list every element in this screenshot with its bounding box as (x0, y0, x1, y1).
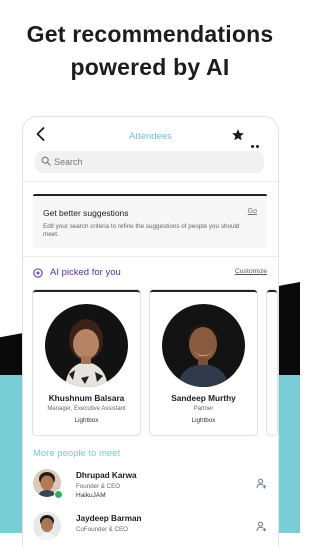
more-horizontal-icon[interactable] (251, 135, 265, 166)
avatar (33, 512, 61, 540)
suggestions-banner: Get better suggestions Go Edit your sear… (33, 194, 267, 248)
divider (23, 256, 278, 257)
phone-screen: Attendees Get better suggestions Go Edit… (23, 117, 278, 547)
ai-sparkle-icon (33, 268, 43, 278)
person-name: Sandeep Murthy (171, 393, 236, 403)
star-icon[interactable] (231, 128, 245, 142)
person-card[interactable]: Khushnum Balsara Manager, Executive Assi… (33, 290, 140, 435)
ai-section-header: AI picked for you Customize (33, 266, 267, 280)
add-contact-icon[interactable] (256, 478, 267, 489)
person-name: Khushnum Balsara (48, 393, 125, 403)
person-name: Dhrupad Karwa (76, 471, 137, 480)
search-bar[interactable] (35, 151, 264, 173)
add-contact-icon[interactable] (256, 521, 267, 532)
more-people-title: More people to meet (33, 448, 121, 459)
search-input[interactable] (54, 154, 254, 170)
person-card[interactable]: Sandeep Murthy Partner Lightbox (150, 290, 257, 435)
online-status-dot (54, 490, 63, 499)
customize-link[interactable]: Customize (235, 268, 267, 275)
headline-line-1: Get recommendations (26, 21, 274, 47)
person-name: Jaydeep Barman (76, 514, 142, 523)
person-company: HaikuJAM (76, 492, 106, 499)
list-item[interactable]: Dhrupad Karwa Founder & CEO HaikuJAM (33, 469, 267, 503)
divider (23, 181, 278, 182)
person-role: Manager, Executive Assistant (47, 406, 126, 412)
ai-section-title: AI picked for you (50, 267, 121, 278)
suggestions-heading: Get better suggestions (43, 208, 129, 218)
person-role: CoFounder & CEO (76, 526, 128, 533)
person-role: Founder & CEO (76, 483, 121, 490)
avatar (162, 304, 245, 387)
suggestions-description: Edit your search criteria to refine the … (43, 223, 240, 238)
list-item[interactable]: Jaydeep Barman CoFounder & CEO (33, 512, 267, 546)
search-icon (41, 156, 51, 166)
headline-line-2: powered by AI (70, 54, 230, 80)
person-company: Lightbox (74, 417, 99, 424)
person-role: Partner (193, 406, 214, 412)
top-bar: Attendees (23, 117, 278, 166)
person-card-peek[interactable] (267, 290, 277, 435)
suggestions-go-link[interactable]: Go (248, 208, 257, 215)
headline: Get recommendations powered by AI (0, 18, 300, 84)
avatar (45, 304, 128, 387)
person-company: Lightbox (191, 417, 216, 424)
